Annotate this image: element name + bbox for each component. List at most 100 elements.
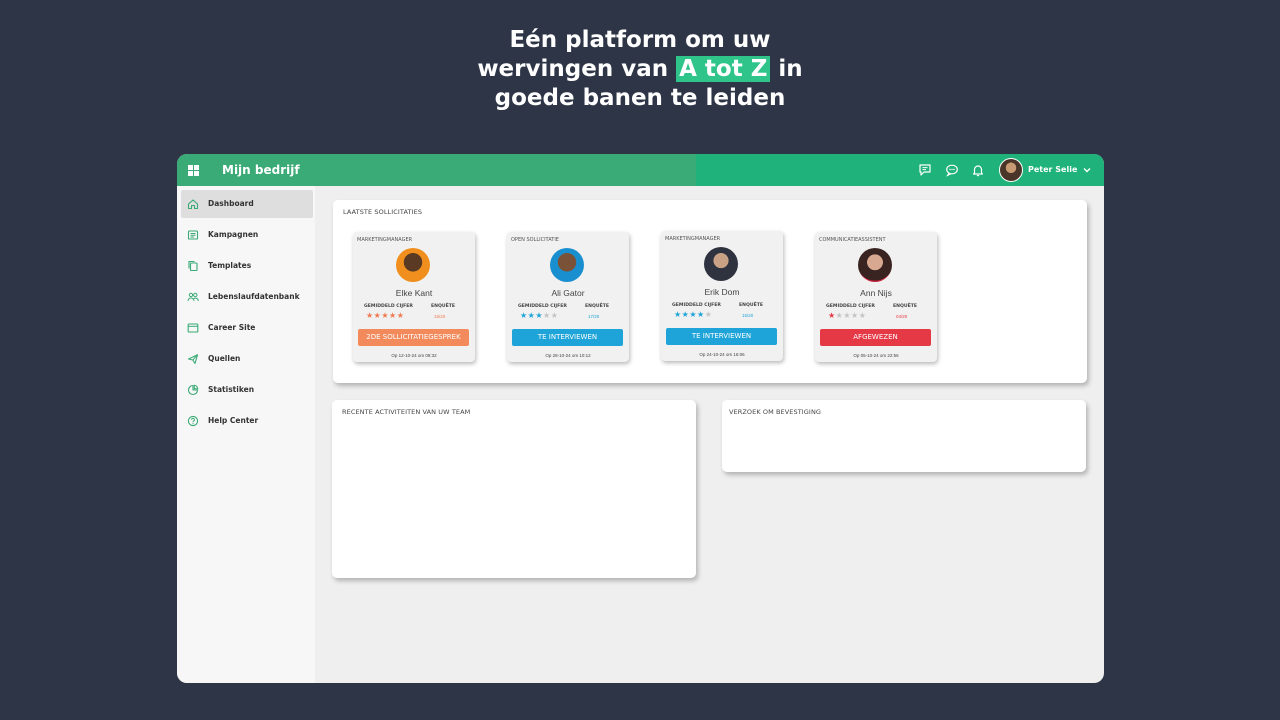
status-button[interactable]: TE INTERVIEWEN: [666, 328, 777, 345]
star-icon: ★: [851, 311, 859, 320]
star-icon: ★: [674, 310, 682, 319]
candidate-name: Ann Nijs: [860, 288, 892, 298]
rating-label: GEMIDDELD CIJFER: [672, 303, 721, 308]
sidebar-item-label: Kampagnen: [208, 230, 259, 239]
rating-label: GEMIDDELD CIJFER: [518, 304, 567, 309]
application-date: Op 12-10-24 om 08:32: [391, 353, 437, 358]
apps-grid-icon[interactable]: [188, 165, 199, 176]
star-icon: ★: [697, 310, 705, 319]
job-role: MARKETINGMANAGER: [665, 236, 721, 242]
survey-label: ENQUÊTE: [585, 304, 610, 309]
sidebar-item-dashboard[interactable]: Dashboard: [181, 190, 313, 218]
company-name[interactable]: Mijn bedrijf: [222, 163, 300, 177]
sidebar-item-statistiken[interactable]: Statistiken: [181, 376, 313, 404]
survey-label: ENQUÊTE: [431, 304, 456, 309]
sidebar-item-quellen[interactable]: Quellen: [181, 345, 313, 373]
job-role: COMMUNICATIEASSISTENT: [819, 237, 886, 243]
headline-line-1: Eén platform om uw: [509, 27, 771, 53]
home-icon: [187, 199, 199, 210]
star-icon: ★: [828, 311, 836, 320]
star-rating: ★★★★★: [674, 311, 712, 319]
rating-label: GEMIDDELD CIJFER: [826, 304, 875, 309]
headline-line-2-post: in: [778, 56, 803, 82]
star-icon: ★: [520, 311, 528, 320]
star-icon: ★: [366, 311, 374, 320]
star-icon: ★: [689, 310, 698, 319]
sidebar-item-lebenslaufdatenbank[interactable]: Lebenslaufdatenbank: [181, 283, 313, 311]
headline-line-2: wervingen van A tot Z in: [0, 55, 1280, 84]
latest-applications-panel: LAATSTE SOLLICITATIES MARKETINGMANAGER E…: [333, 200, 1087, 383]
status-button[interactable]: TE INTERVIEWEN: [512, 329, 623, 346]
star-rating: ★★★★★: [520, 312, 558, 320]
star-rating: ★★★★★: [828, 312, 866, 320]
star-rating: ★★★★★: [366, 312, 404, 320]
user-avatar[interactable]: [999, 158, 1023, 182]
sidebar-item-label: Lebenslaufdatenbank: [208, 292, 300, 301]
rating-label: GEMIDDELD CIJFER: [364, 304, 413, 309]
confirmation-request-panel: VERZOEK OM BEVESTIGING: [722, 400, 1086, 472]
status-button[interactable]: AFGEWEZEN: [820, 329, 931, 346]
star-icon: ★: [396, 311, 405, 320]
users-icon: [187, 292, 199, 302]
sidebar: Dashboard Kampagnen Templates Lebenslauf…: [177, 186, 315, 683]
application-card[interactable]: MARKETINGMANAGER Elke Kant GEMIDDELD CIJ…: [353, 232, 475, 362]
headline-highlight: A tot Z: [676, 56, 771, 82]
status-button[interactable]: 2DE SOLLICITATIEGESPREK: [358, 329, 469, 346]
sidebar-item-kampagnen[interactable]: Kampagnen: [181, 221, 313, 249]
message-square-icon[interactable]: [918, 163, 932, 177]
sidebar-item-help-center[interactable]: Help Center: [181, 407, 313, 435]
survey-score: 15/20: [742, 313, 754, 318]
sidebar-item-label: Help Center: [208, 416, 259, 425]
star-icon: ★: [381, 311, 390, 320]
panel-title: RECENTE ACTIVITEITEN VAN UW TEAM: [342, 408, 471, 416]
sidebar-item-career-site[interactable]: Career Site: [181, 314, 313, 342]
star-icon: ★: [550, 311, 559, 320]
survey-score: 17/20: [588, 314, 600, 319]
headline-line-2-pre: wervingen van: [477, 56, 669, 82]
application-date: Op 05-10-24 om 22:56: [853, 353, 899, 358]
job-role: MARKETINGMANAGER: [357, 237, 413, 243]
application-card[interactable]: MARKETINGMANAGER Erik Dom GEMIDDELD CIJF…: [661, 231, 783, 361]
sidebar-item-label: Templates: [208, 261, 252, 270]
chevron-down-icon[interactable]: [1082, 165, 1092, 175]
headline-line-3: goede banen te leiden: [494, 85, 786, 111]
star-icon: ★: [704, 310, 713, 319]
job-role: OPEN SOLLICITATIE: [511, 237, 559, 243]
promo-headline: Eén platform om uw wervingen van A tot Z…: [0, 26, 1280, 113]
star-icon: ★: [843, 311, 852, 320]
survey-score: 04/20: [896, 314, 908, 319]
survey-label: ENQUÊTE: [739, 303, 764, 308]
panel-title: VERZOEK OM BEVESTIGING: [729, 408, 822, 416]
sidebar-item-label: Quellen: [208, 354, 241, 363]
help-circle-icon: [187, 415, 199, 427]
list-icon: [187, 230, 199, 240]
bell-icon[interactable]: [971, 163, 985, 177]
candidate-avatar: [704, 247, 738, 281]
app-window: Mijn bedrijf Peter Selie Dashboard Kampa…: [177, 154, 1104, 683]
candidate-name: Erik Dom: [704, 287, 740, 297]
application-date: Op 24-10-24 om 16:06: [699, 352, 745, 357]
candidate-name: Elke Kant: [395, 288, 433, 298]
application-date: Op 28-10-24 om 10:12: [545, 353, 591, 358]
copy-icon: [188, 260, 198, 272]
chat-bubble-icon[interactable]: [945, 163, 959, 177]
survey-label: ENQUÊTE: [893, 304, 918, 309]
star-icon: ★: [389, 311, 397, 320]
sidebar-item-label: Dashboard: [208, 199, 254, 208]
application-card[interactable]: COMMUNICATIEASSISTENT Ann Nijs GEMIDDELD…: [815, 232, 937, 362]
browser-icon: [187, 323, 199, 333]
application-card[interactable]: OPEN SOLLICITATIE Ali Gator GEMIDDELD CI…: [507, 232, 629, 362]
survey-score: 15/20: [434, 314, 446, 319]
team-activities-panel: RECENTE ACTIVITEITEN VAN UW TEAM: [332, 400, 696, 578]
candidate-name: Ali Gator: [551, 288, 585, 298]
star-icon: ★: [535, 311, 544, 320]
sidebar-item-label: Statistiken: [208, 385, 255, 394]
sidebar-item-templates[interactable]: Templates: [181, 252, 313, 280]
star-icon: ★: [858, 311, 867, 320]
user-name[interactable]: Peter Selie: [1028, 165, 1077, 174]
panel-title: LAATSTE SOLLICITATIES: [343, 208, 423, 216]
top-bar: Mijn bedrijf Peter Selie: [177, 154, 1104, 186]
candidate-avatar: [550, 248, 584, 282]
pie-chart-icon: [187, 384, 199, 396]
candidate-avatar: [396, 248, 430, 282]
